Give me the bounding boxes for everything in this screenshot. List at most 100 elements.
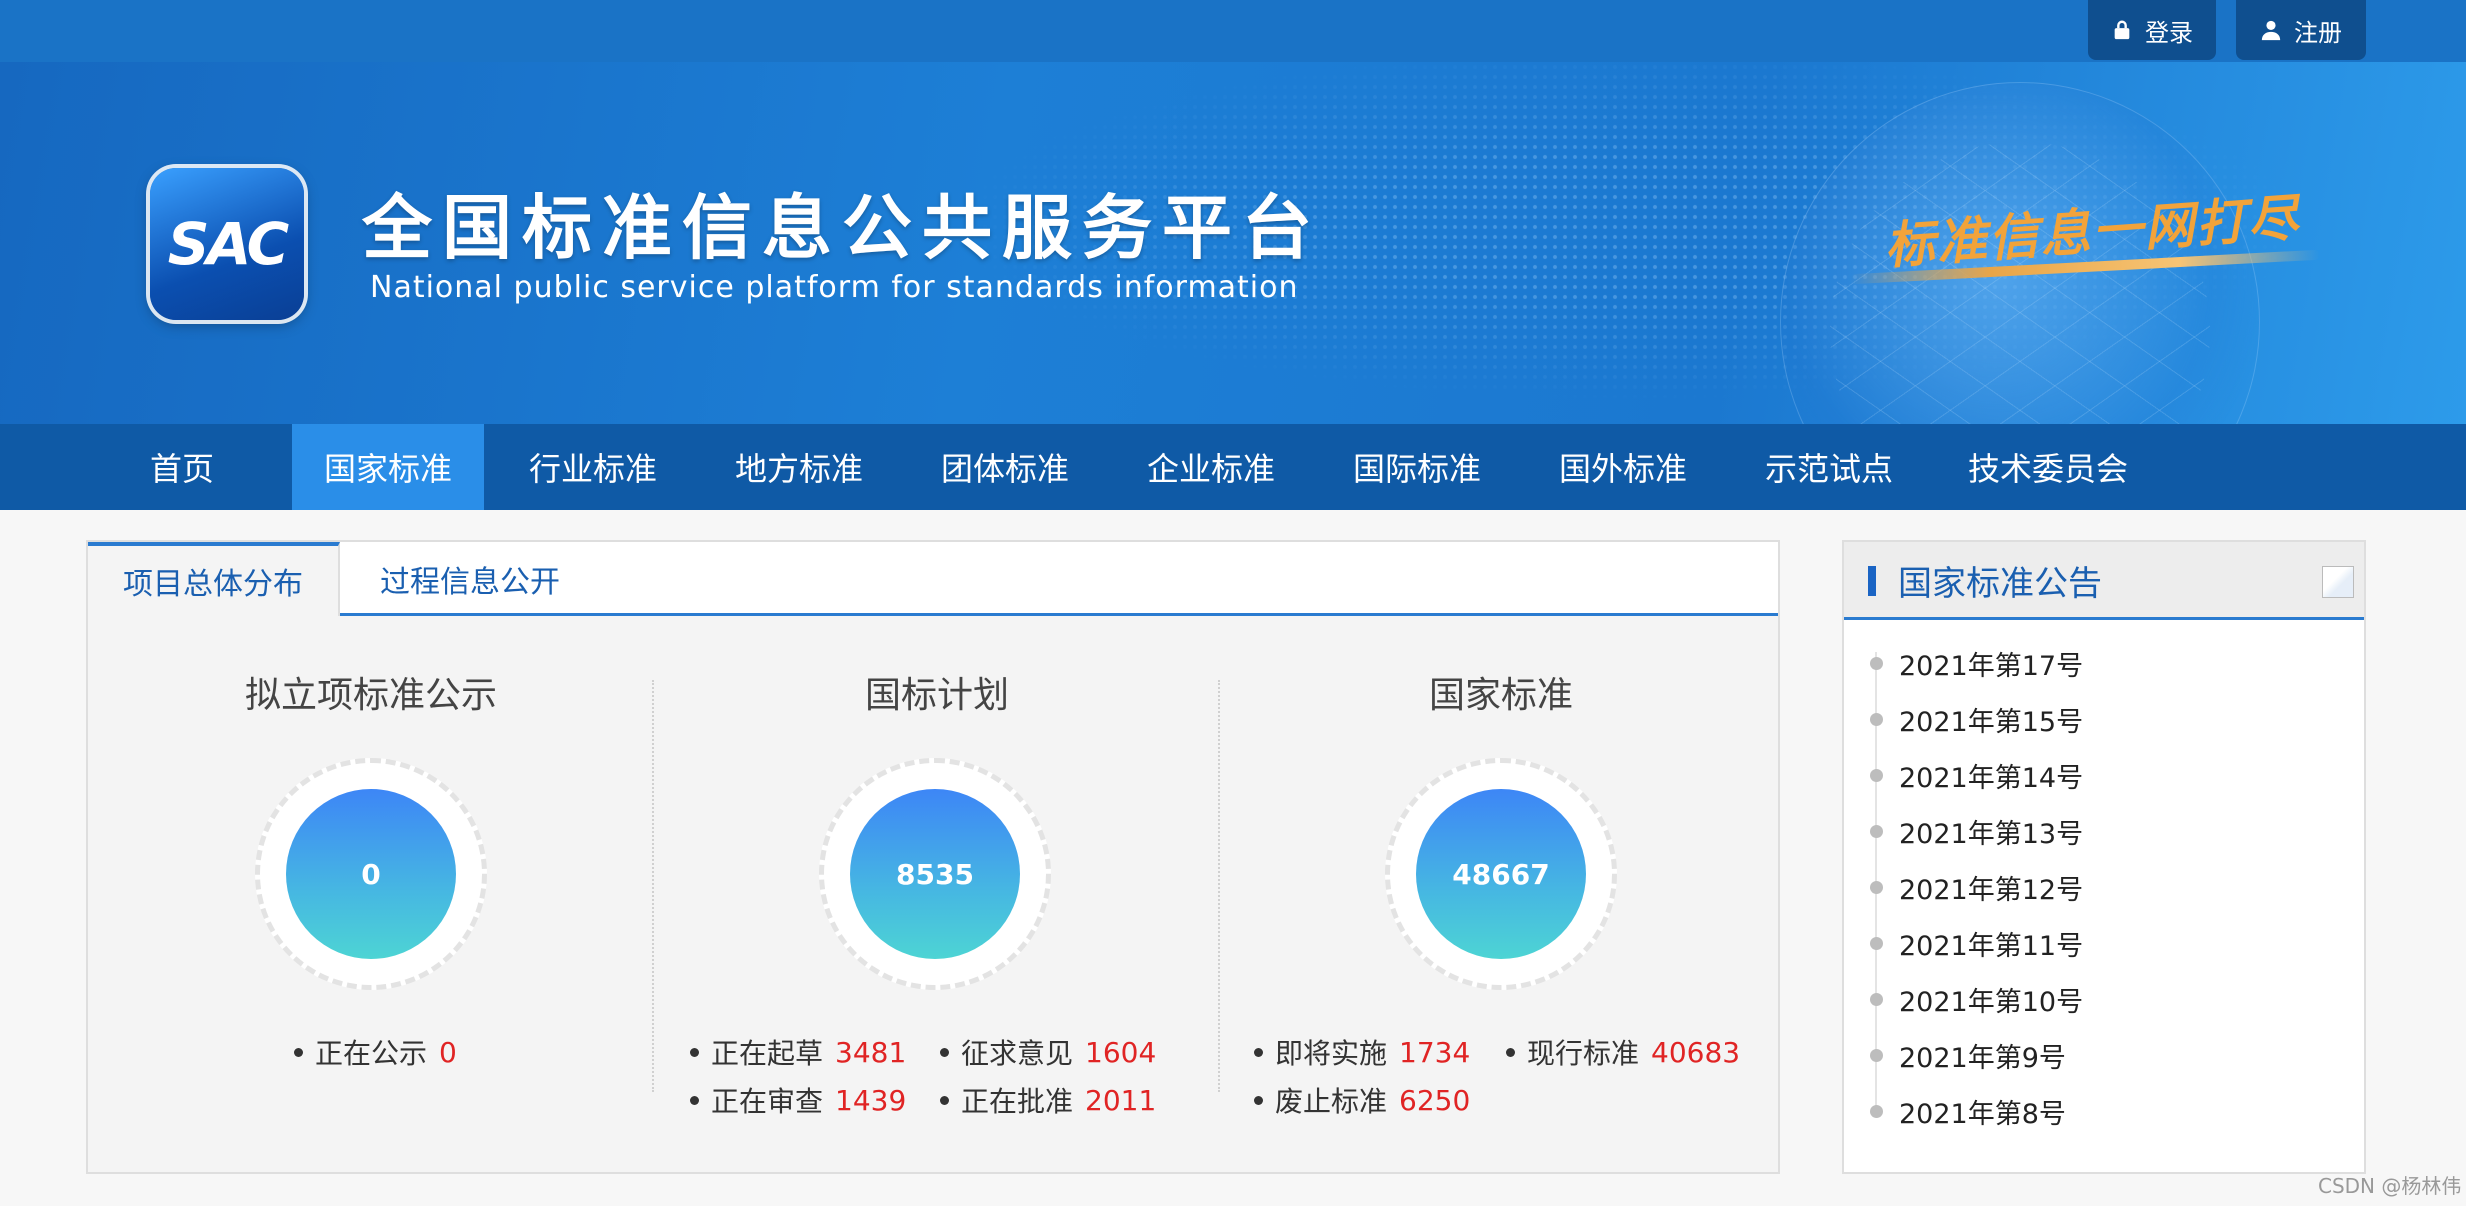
- watermark: CSDN @杨林伟: [2318, 1174, 2462, 1198]
- column-title: 拟立项标准公示: [244, 675, 497, 716]
- column-title: 国家标准: [1428, 675, 1573, 716]
- stat-label: 现行标准: [1527, 1037, 1640, 1070]
- lock-icon: [2114, 20, 2130, 40]
- stat-soliciting-comments[interactable]: 征求意见 1604: [940, 1032, 1156, 1072]
- announcement-label: 2021年第9号: [1899, 1043, 2066, 1074]
- total-count: 8535: [850, 789, 1020, 959]
- header-accent-bar: [1868, 566, 1876, 596]
- stat-label: 废止标准: [1275, 1085, 1388, 1118]
- total-count: 0: [286, 789, 456, 959]
- bullet: [940, 1047, 949, 1057]
- announcement-item[interactable]: 2021年第8号: [1870, 1092, 2066, 1131]
- announcements-panel: 国家标准公告 2021年第17号 2021年第15号 2021年第14号 202…: [1842, 540, 2366, 1174]
- announcement-label: 2021年第14号: [1899, 763, 2084, 794]
- bullet: [690, 1095, 699, 1105]
- bullet: [1254, 1047, 1263, 1057]
- announcement-item[interactable]: 2021年第13号: [1870, 812, 2083, 851]
- nav-item-national-standards[interactable]: 国家标准: [292, 424, 484, 510]
- stat-value: 1439: [835, 1083, 907, 1117]
- sac-logo[interactable]: SAC: [150, 168, 304, 320]
- announcement-item[interactable]: 2021年第11号: [1870, 924, 2083, 963]
- nav-item-international-standards[interactable]: 国际标准: [1334, 424, 1500, 510]
- login-button[interactable]: 登录: [2088, 0, 2216, 60]
- stat-label: 征求意见: [961, 1037, 1074, 1070]
- total-ring[interactable]: 0: [255, 758, 487, 990]
- bullet: [294, 1047, 303, 1057]
- stat-value: 0: [439, 1035, 457, 1069]
- nav-item-group-standards[interactable]: 团体标准: [922, 424, 1088, 510]
- column-national-plan: 国标计划 8535 正在起草 3481 征求意见 1604 正在审查 1439 …: [654, 616, 1220, 1118]
- bullet: [1870, 1049, 1883, 1062]
- stat-label: 正在审查: [711, 1085, 824, 1118]
- announcement-item[interactable]: 2021年第14号: [1870, 756, 2083, 795]
- column-title: 国标计划: [864, 675, 1009, 716]
- top-bar: 登录 注册: [0, 0, 2466, 62]
- bullet: [1870, 825, 1883, 838]
- bullet: [1870, 1105, 1883, 1118]
- total-count: 48667: [1416, 789, 1586, 959]
- stat-value: 1734: [1399, 1035, 1471, 1069]
- stat-value: 3481: [835, 1035, 907, 1069]
- stat-label: 正在公示: [315, 1037, 428, 1070]
- stat-value: 2011: [1085, 1083, 1157, 1117]
- total-ring[interactable]: 48667: [1385, 758, 1617, 990]
- header-banner: SAC 全国标准信息公共服务平台 National public service…: [0, 62, 2466, 424]
- nav-item-enterprise-standards[interactable]: 企业标准: [1128, 424, 1294, 510]
- announcement-item[interactable]: 2021年第15号: [1870, 700, 2083, 739]
- stat-publicizing[interactable]: 正在公示 0: [294, 1032, 457, 1072]
- total-ring[interactable]: 8535: [819, 758, 1051, 990]
- main-nav: 首页 国家标准 行业标准 地方标准 团体标准 企业标准 国际标准 国外标准 示范…: [0, 424, 2466, 510]
- stat-label: 正在批准: [961, 1085, 1074, 1118]
- nav-item-local-standards[interactable]: 地方标准: [716, 424, 882, 510]
- overview-panel: 项目总体分布 过程信息公开 拟立项标准公示 0 正在公示 0 国标计划 8535…: [86, 540, 1780, 1174]
- announcement-item[interactable]: 2021年第9号: [1870, 1036, 2066, 1075]
- tab-overall-distribution[interactable]: 项目总体分布: [88, 542, 340, 616]
- nav-item-pilot-demos[interactable]: 示范试点: [1746, 424, 1912, 510]
- stat-value: 1604: [1085, 1035, 1157, 1069]
- tab-process-disclosure[interactable]: 过程信息公开: [340, 542, 600, 616]
- more-image-icon[interactable]: [2322, 566, 2354, 598]
- stat-reviewing[interactable]: 正在审查 1439: [690, 1080, 906, 1120]
- announcement-label: 2021年第8号: [1899, 1099, 2066, 1130]
- login-label: 登录: [2145, 18, 2193, 47]
- announcements-header: 国家标准公告: [1844, 542, 2364, 620]
- nav-item-tech-committees[interactable]: 技术委员会: [1948, 424, 2148, 510]
- nav-item-foreign-standards[interactable]: 国外标准: [1540, 424, 1706, 510]
- stat-upcoming[interactable]: 即将实施 1734: [1254, 1032, 1470, 1072]
- announcement-label: 2021年第10号: [1899, 987, 2084, 1018]
- site-title: 全国标准信息公共服务平台: [362, 187, 1322, 269]
- stat-abolished[interactable]: 废止标准 6250: [1254, 1080, 1470, 1120]
- column-proposed-standards: 拟立项标准公示 0 正在公示 0: [88, 616, 654, 1096]
- bullet: [690, 1047, 699, 1057]
- announcement-item[interactable]: 2021年第12号: [1870, 868, 2083, 907]
- logo-text: SAC: [167, 210, 289, 278]
- register-label: 注册: [2294, 18, 2342, 47]
- announcement-label: 2021年第13号: [1899, 819, 2084, 850]
- stat-current[interactable]: 现行标准 40683: [1506, 1032, 1740, 1072]
- site-subtitle: National public service platform for sta…: [370, 270, 1299, 305]
- announcement-label: 2021年第12号: [1899, 875, 2084, 906]
- nav-item-industry-standards[interactable]: 行业标准: [510, 424, 676, 510]
- stat-drafting[interactable]: 正在起草 3481: [690, 1032, 906, 1072]
- bullet: [1870, 881, 1883, 894]
- bullet: [940, 1095, 949, 1105]
- user-icon: [2261, 20, 2281, 41]
- stat-label: 即将实施: [1275, 1037, 1388, 1070]
- bullet: [1870, 937, 1883, 950]
- announcement-item[interactable]: 2021年第17号: [1870, 644, 2083, 683]
- stat-approving[interactable]: 正在批准 2011: [940, 1080, 1156, 1120]
- announcement-label: 2021年第15号: [1899, 707, 2084, 738]
- stat-value: 40683: [1651, 1035, 1741, 1069]
- register-button[interactable]: 注册: [2236, 0, 2366, 60]
- announcement-item[interactable]: 2021年第10号: [1870, 980, 2083, 1019]
- stat-value: 6250: [1399, 1083, 1471, 1117]
- announcements-title[interactable]: 国家标准公告: [1898, 556, 2102, 605]
- nav-item-home[interactable]: 首页: [130, 424, 234, 510]
- bullet: [1254, 1095, 1263, 1105]
- bullet: [1506, 1047, 1515, 1057]
- bullet: [1870, 993, 1883, 1006]
- bullet: [1870, 657, 1883, 670]
- announcement-label: 2021年第11号: [1899, 931, 2084, 962]
- bullet: [1870, 713, 1883, 726]
- announcement-label: 2021年第17号: [1899, 651, 2084, 682]
